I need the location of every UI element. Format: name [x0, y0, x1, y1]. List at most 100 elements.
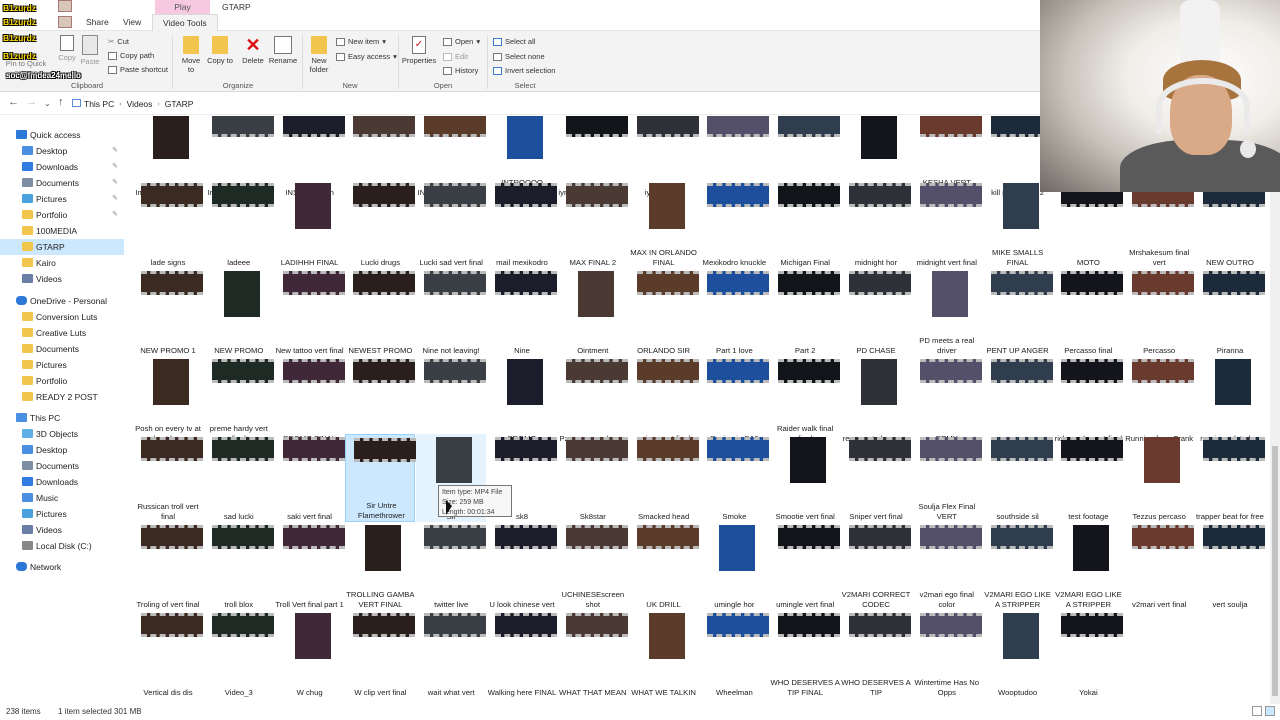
video-file-tile[interactable]: Part 2: [770, 268, 841, 356]
invert-selection-button[interactable]: Invert selection: [493, 66, 555, 75]
nav-item-onedrive-personal[interactable]: OneDrive - Personal: [0, 293, 124, 309]
video-file-tile[interactable]: PD CHASE: [841, 268, 911, 356]
cut-button[interactable]: ✂ Cut: [108, 37, 129, 46]
video-file-tile[interactable]: WHAT THAT MEAN: [558, 610, 628, 698]
video-file-tile[interactable]: Troll Vert final part 1: [275, 522, 345, 610]
video-file-tile[interactable]: reasons to love you: [841, 356, 911, 444]
open-button[interactable]: Open ▾: [443, 37, 480, 46]
tab-view[interactable]: View: [113, 14, 151, 31]
video-file-tile[interactable]: southside sil: [983, 434, 1053, 522]
forward-arrow-icon[interactable]: →: [26, 96, 37, 108]
video-file-tile[interactable]: ricky rackz vert final: [1053, 356, 1124, 444]
video-file-tile[interactable]: Nine not leaving!: [416, 268, 487, 356]
copy-path-button[interactable]: Copy path: [108, 51, 154, 60]
new-item-button[interactable]: New item ▾: [336, 37, 386, 46]
nav-item-gtarp[interactable]: GTARP: [0, 239, 124, 255]
details-view-icon[interactable]: [1252, 706, 1262, 716]
video-file-tile[interactable]: v2mari vert final: [1124, 522, 1195, 610]
nav-item-ready-2-post[interactable]: READY 2 POST: [0, 389, 124, 405]
breadcrumb-gtarp[interactable]: GTARP: [165, 99, 194, 109]
nav-item-pictures[interactable]: Pictures ✎: [0, 191, 124, 207]
video-file-tile[interactable]: W chug: [275, 610, 345, 698]
video-file-tile[interactable]: midnight vert final: [912, 180, 982, 268]
edit-button[interactable]: Edit: [443, 52, 468, 61]
video-file-tile[interactable]: Sniper vert final: [841, 434, 911, 522]
video-file-tile[interactable]: vert soulja: [1195, 522, 1265, 610]
vertical-scrollbar[interactable]: [1270, 116, 1280, 704]
video-file-tile[interactable]: LADIHHH FINAL: [275, 180, 345, 268]
video-file-tile[interactable]: Video_3: [204, 610, 274, 698]
nav-item-desktop[interactable]: Desktop: [0, 442, 124, 458]
nav-item-creative-luts[interactable]: Creative Luts: [0, 325, 124, 341]
video-file-tile[interactable]: ladeee: [204, 180, 274, 268]
video-file-tile[interactable]: Nine: [487, 268, 557, 356]
properties-button[interactable]: ✓ Properties: [401, 36, 437, 65]
video-file-tile[interactable]: PROMO FINAL: [275, 356, 345, 444]
video-file-tile[interactable]: MIKE SMALLS FINAL: [983, 180, 1053, 268]
video-file-tile[interactable]: UCHINESEscreen shot: [558, 522, 628, 610]
delete-button[interactable]: ✕ Delete: [240, 36, 266, 65]
nav-item-kairo[interactable]: Kairo: [0, 255, 124, 271]
video-file-tile[interactable]: MOTO: [1053, 180, 1124, 268]
video-file-tile[interactable]: quizzy vert final: [629, 356, 699, 444]
video-file-tile[interactable]: TROLLING GAMBA VERT FINAL: [345, 522, 415, 610]
video-file-tile[interactable]: Vertical dis dis: [133, 610, 203, 698]
video-file-tile[interactable]: Walking here FINAL: [487, 610, 557, 698]
video-file-tile[interactable]: russian edate hor: [1195, 356, 1265, 444]
large-icons-view-icon[interactable]: [1265, 706, 1275, 716]
video-file-tile[interactable]: V2MARI EGO LIKE A STRIPPER: [1053, 522, 1123, 610]
copy-button[interactable]: Copy: [55, 35, 79, 62]
video-file-tile[interactable]: PENT UP ANGER: [983, 268, 1053, 356]
video-file-tile[interactable]: WHO DESERVES A TIP FINAL: [770, 610, 841, 698]
video-file-tile[interactable]: Tezzus percaso: [1124, 434, 1194, 522]
select-none-button[interactable]: Select none: [493, 52, 545, 61]
video-file-tile[interactable]: V2MARI CORRECT CODEC: [841, 522, 911, 610]
move-to-button[interactable]: Move to: [178, 36, 204, 74]
nav-item-videos[interactable]: Videos: [0, 522, 124, 538]
breadcrumb-this-pc[interactable]: This PC: [84, 99, 114, 109]
video-file-tile[interactable]: Raider walk final final: [770, 356, 841, 444]
video-file-tile[interactable]: Smootie vert final: [770, 434, 840, 522]
video-file-tile[interactable]: mail mexikodro: [487, 180, 557, 268]
video-file-tile[interactable]: promo text 1: [345, 356, 416, 444]
video-file-tile[interactable]: New tattoo vert final: [275, 268, 345, 356]
video-file-tile[interactable]: PD meets a real driver: [912, 268, 982, 356]
video-file-tile[interactable]: Michigan Final: [770, 180, 841, 268]
video-file-tile[interactable]: rex: [983, 356, 1053, 444]
nav-item-videos[interactable]: Videos: [0, 271, 124, 287]
video-file-tile[interactable]: trapper beat for free: [1195, 434, 1265, 522]
nav-item-documents[interactable]: Documents ✎: [0, 175, 124, 191]
video-file-tile[interactable]: Percasso final: [1053, 268, 1124, 356]
video-file-tile[interactable]: Lucki drugs: [345, 180, 416, 268]
paste-shortcut-button[interactable]: Paste shortcut: [108, 65, 168, 74]
breadcrumb-separator-icon[interactable]: ›: [119, 101, 121, 108]
video-file-tile[interactable]: troll blox: [204, 522, 274, 610]
video-file-tile[interactable]: NEWEST PROMO: [345, 268, 416, 356]
video-file-tile[interactable]: UK DRILL: [629, 522, 699, 610]
nav-item-music[interactable]: Music: [0, 490, 124, 506]
video-file-tile[interactable]: MAX FINAL 2: [558, 180, 628, 268]
video-file-tile[interactable]: PROMO: [487, 356, 557, 444]
video-file-tile[interactable]: twitter live: [416, 522, 487, 610]
video-file-tile[interactable]: v2mari ego final color: [912, 522, 982, 610]
nav-item-this-pc[interactable]: This PC: [0, 410, 124, 426]
video-file-tile[interactable]: NEW OUTRO: [1195, 180, 1265, 268]
tab-video-tools[interactable]: Video Tools: [152, 14, 218, 31]
folder-icon[interactable]: [58, 0, 72, 12]
video-file-tile[interactable]: Troling of vert final: [133, 522, 203, 610]
nav-item-3d-objects[interactable]: 3D Objects: [0, 426, 124, 442]
video-file-tile[interactable]: sad lucki: [204, 434, 274, 522]
video-file-tile[interactable]: Smoke: [699, 434, 770, 522]
video-file-tile[interactable]: WHO DESERVES A TIP: [841, 610, 911, 698]
video-file-tile[interactable]: W clip vert final: [345, 610, 416, 698]
scrollbar-thumb[interactable]: [1272, 446, 1278, 696]
video-file-tile[interactable]: midnight hor: [841, 180, 911, 268]
nav-item-pictures[interactable]: Pictures: [0, 357, 124, 373]
video-file-tile[interactable]: Soulja Flex Final VERT: [912, 434, 982, 522]
video-file-tile[interactable]: U look chinese vert: [487, 522, 557, 610]
select-all-button[interactable]: Select all: [493, 37, 535, 46]
video-file-tile[interactable]: V2MARI EGO LIKE A STRIPPER: [983, 522, 1053, 610]
nav-item-conversion-luts[interactable]: Conversion Luts: [0, 309, 124, 325]
video-file-tile[interactable]: saki vert final: [275, 434, 345, 522]
video-file-tile[interactable]: test footage: [1053, 434, 1124, 522]
